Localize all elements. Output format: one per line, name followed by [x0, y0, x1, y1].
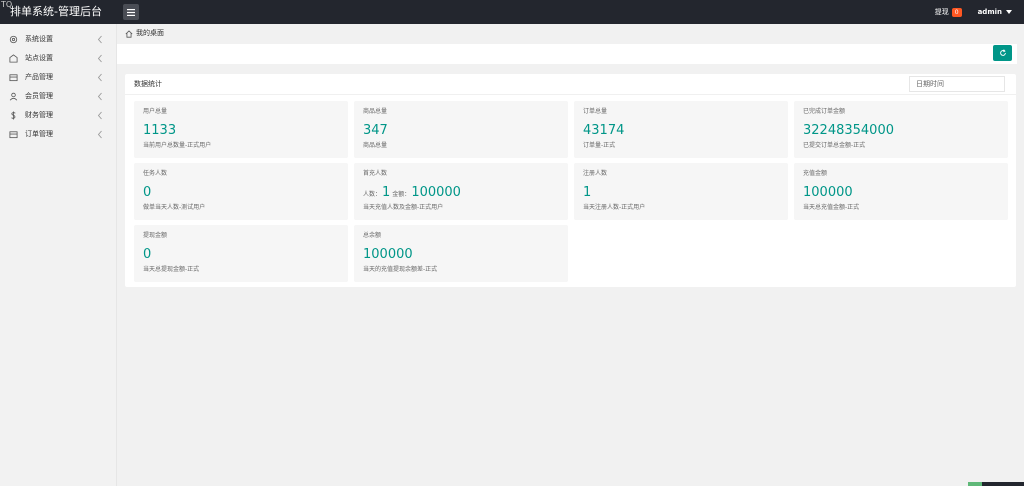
stat-label: 注册人数 — [583, 170, 608, 177]
stat-label: 订单总量 — [583, 108, 608, 115]
stat-label: 已完成订单金额 — [803, 108, 846, 115]
gear-icon — [9, 35, 18, 44]
amount-value: 100000 — [411, 185, 461, 200]
stat-card-completed-order-amount: 已完成订单金额 32248354000 已提交订单总金额-正式 — [794, 101, 1008, 158]
stat-value: 1133 — [143, 123, 177, 138]
stat-label: 商品总量 — [363, 108, 388, 115]
sidebar-item-product-management[interactable]: 产品管理 — [0, 68, 117, 87]
product-icon — [9, 74, 18, 82]
stat-description: 当天注册人数-正式用户 — [583, 204, 646, 211]
stat-description: 已提交订单总金额-正式 — [803, 142, 866, 149]
stat-description: 当天充值人数及金额-正式用户 — [363, 204, 444, 211]
stat-value: 32248354000 — [803, 123, 894, 138]
panel-title: 数据统计 — [134, 80, 162, 88]
stat-card-first-deposit: 首充人数 人数： 1 金额： 100000 当天充值人数及金额-正式用户 — [354, 163, 568, 220]
stat-card-total-orders: 订单总量 43174 订单量-正式 — [574, 101, 788, 158]
chevron-left-icon — [97, 73, 102, 82]
stat-card-deposit-amount: 充值金额 100000 当天总充值金额-正式 — [794, 163, 1008, 220]
first-deposit-values: 人数： 1 金额： 100000 — [363, 185, 463, 201]
order-icon — [9, 131, 18, 139]
stat-card-task-users: 任务人数 0 做单当天人数-测试用户 — [134, 163, 348, 220]
home-icon — [125, 29, 133, 38]
sidebar-item-label: 会员管理 — [25, 92, 53, 100]
sidebar-item-finance-management[interactable]: 财务管理 — [0, 106, 117, 125]
stat-value: 0 — [143, 247, 152, 262]
menu-toggle-button[interactable] — [123, 4, 139, 20]
stat-label: 充值金额 — [803, 170, 828, 177]
toolbar — [117, 44, 1017, 64]
stat-label: 提现金额 — [143, 232, 168, 239]
top-right-area: 提现 0 admin — [935, 0, 1024, 24]
stat-card-total-balance: 总余额 100000 当天的充值提现余额差-正式 — [354, 225, 568, 282]
chevron-left-icon — [97, 92, 102, 101]
date-input[interactable] — [909, 76, 1005, 92]
stat-description: 当天总充值金额-正式 — [803, 204, 860, 211]
user-name: admin — [977, 8, 1002, 16]
stat-description: 订单量-正式 — [583, 142, 616, 149]
stats-panel: 数据统计 用户总量 1133 当前用户总数量-正式用户 商品总量 347 商品总… — [125, 74, 1016, 287]
amount-caption: 金额： — [392, 191, 411, 198]
top-bar: TQ 排单系统-管理后台 提现 0 admin — [0, 0, 1024, 24]
count-caption: 人数： — [363, 191, 382, 198]
sidebar-item-label: 财务管理 — [25, 111, 53, 119]
chevron-left-icon — [97, 130, 102, 139]
stat-description: 商品总量 — [363, 142, 388, 149]
main-content: 我的桌面 数据统计 用户总量 1133 当前用户总数量-正式用户 商品总量 34… — [117, 24, 1024, 486]
dollar-icon — [11, 111, 16, 120]
stat-label: 首充人数 — [363, 170, 388, 177]
breadcrumb[interactable]: 我的桌面 — [125, 29, 164, 38]
stat-value: 100000 — [803, 185, 853, 200]
stat-value: 100000 — [363, 247, 413, 262]
sidebar: 系统设置 站点设置 产品管理 会员管理 财务管理 订单管理 — [0, 24, 117, 486]
stat-card-total-users: 用户总量 1133 当前用户总数量-正式用户 — [134, 101, 348, 158]
sidebar-item-order-management[interactable]: 订单管理 — [0, 125, 117, 144]
stat-card-withdraw-amount: 提现金额 0 当天总提现金额-正式 — [134, 225, 348, 282]
user-icon — [9, 92, 18, 101]
stat-card-total-products: 商品总量 347 商品总量 — [354, 101, 568, 158]
site-icon — [9, 54, 18, 63]
refresh-icon — [999, 49, 1006, 56]
sidebar-item-label: 订单管理 — [25, 130, 53, 138]
withdraw-count-badge: 0 — [951, 7, 962, 17]
withdraw-notice-label: 提现 — [934, 8, 949, 16]
stat-description: 当前用户总数量-正式用户 — [143, 142, 212, 149]
app-title[interactable]: 排单系统-管理后台 — [10, 3, 102, 21]
sidebar-item-label: 站点设置 — [25, 54, 53, 62]
sidebar-item-site-settings[interactable]: 站点设置 — [0, 49, 117, 68]
stat-label: 用户总量 — [143, 108, 168, 115]
hamburger-icon — [127, 8, 135, 16]
sidebar-item-label: 系统设置 — [25, 35, 53, 43]
stat-description: 做单当天人数-测试用户 — [143, 204, 206, 211]
stat-description: 当天的充值提现余额差-正式 — [363, 266, 438, 273]
sidebar-item-member-management[interactable]: 会员管理 — [0, 87, 117, 106]
stat-value: 0 — [143, 185, 152, 200]
panel-divider — [125, 94, 1016, 95]
stat-description: 当天总提现金额-正式 — [143, 266, 200, 273]
chevron-left-icon — [97, 54, 102, 63]
chevron-left-icon — [97, 35, 102, 44]
stat-card-registrations: 注册人数 1 当天注册人数-正式用户 — [574, 163, 788, 220]
sidebar-item-label: 产品管理 — [25, 73, 53, 81]
stat-value: 43174 — [583, 123, 625, 138]
sidebar-item-system-settings[interactable]: 系统设置 — [0, 30, 117, 49]
stat-label: 任务人数 — [143, 170, 168, 177]
stat-value: 347 — [363, 123, 388, 138]
corner-widget — [968, 482, 1024, 486]
withdraw-notice-link[interactable]: 提现 0 — [935, 7, 962, 17]
stat-value: 1 — [583, 185, 592, 200]
stat-label: 总余额 — [363, 232, 382, 239]
count-value: 1 — [382, 185, 391, 200]
breadcrumb-label: 我的桌面 — [136, 29, 164, 37]
chevron-left-icon — [97, 111, 102, 120]
caret-down-icon — [1006, 10, 1012, 14]
user-menu[interactable]: admin — [978, 8, 1012, 16]
refresh-button[interactable] — [993, 45, 1012, 61]
